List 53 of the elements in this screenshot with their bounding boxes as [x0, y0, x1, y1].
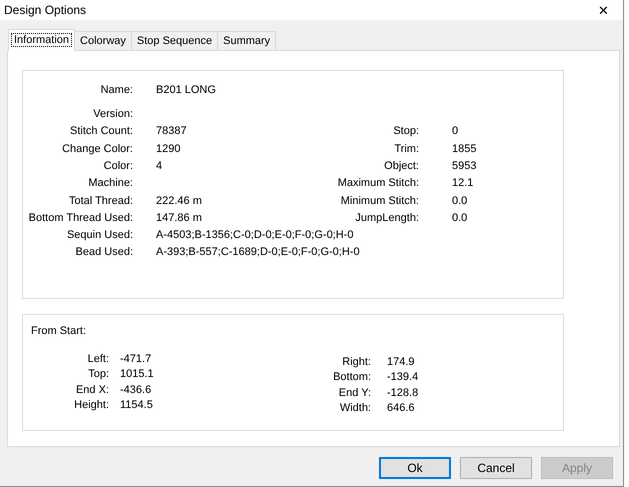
field-value: 1290: [156, 142, 182, 156]
field-value: 1015.1: [120, 368, 155, 382]
field-label: Object:: [383, 160, 419, 174]
field-value: A-4503;B-1356;C-0;D-0;E-0;F-0;G-0;H-0: [156, 229, 354, 242]
field-label: Stop:: [392, 125, 419, 139]
field-value: 0.0: [451, 194, 468, 208]
window-title: Design Options: [4, 2, 86, 18]
field-value: 78387: [156, 125, 188, 139]
field-label: Left:: [86, 353, 109, 366]
field-label: Height:: [73, 398, 109, 412]
field-value: -139.4: [387, 371, 420, 385]
field-value: -128.8: [387, 386, 420, 400]
field-label: End X:: [74, 384, 109, 397]
field-value: 174.9: [387, 356, 416, 370]
field-value: 1154.5: [120, 398, 154, 412]
field-label: Bottom:: [332, 371, 371, 385]
tab[interactable]: Information: [8, 29, 76, 51]
field-value: 12.1: [451, 177, 474, 190]
field-label: Trim:: [393, 142, 419, 156]
field-label: Right:: [341, 356, 371, 370]
field-value: 147.86 m: [156, 212, 203, 226]
field-label: Top:: [87, 368, 109, 382]
field-value: 4: [156, 160, 164, 174]
field-value: 222.46 m: [156, 194, 203, 208]
field-label: Width:: [338, 402, 371, 415]
field-label: Bottom Thread Used:: [28, 212, 133, 226]
field-label: Maximum Stitch:: [336, 177, 419, 190]
field-label: Change Color:: [61, 142, 133, 156]
field-label: Color:: [102, 160, 133, 174]
field-label: Version:: [92, 108, 133, 122]
field-label: Bead Used:: [74, 246, 133, 260]
dialog-button[interactable]: Cancel: [460, 457, 532, 479]
field-value: 0.0: [451, 212, 468, 226]
tab[interactable]: Summary: [217, 31, 276, 50]
field-value: B201 LONG: [156, 84, 217, 98]
field-label: Name:: [100, 84, 133, 98]
field-value: 646.6: [387, 402, 416, 415]
field-value: 5953: [451, 160, 478, 174]
dialog-button[interactable]: Ok: [379, 457, 451, 479]
field-label: Sequin Used:: [66, 229, 133, 242]
field-label: JumpLength:: [354, 212, 419, 226]
field-label: Stitch Count:: [69, 125, 133, 139]
field-value: A-393;B-557;C-1689;D-0;E-0;F-0;G-0;H-0: [156, 246, 361, 260]
field-value: -471.7: [120, 353, 152, 366]
field-label: Machine:: [87, 177, 133, 190]
field-value: -436.6: [120, 384, 152, 397]
group-title: From Start:: [31, 325, 88, 338]
field-value: 0: [451, 125, 460, 139]
field-label: Total Thread:: [68, 194, 133, 208]
close-button[interactable]: ✕: [596, 4, 611, 16]
field-label: End Y:: [338, 386, 371, 400]
field-label: Minimum Stitch:: [340, 194, 419, 208]
field-value: 1855: [451, 142, 478, 156]
